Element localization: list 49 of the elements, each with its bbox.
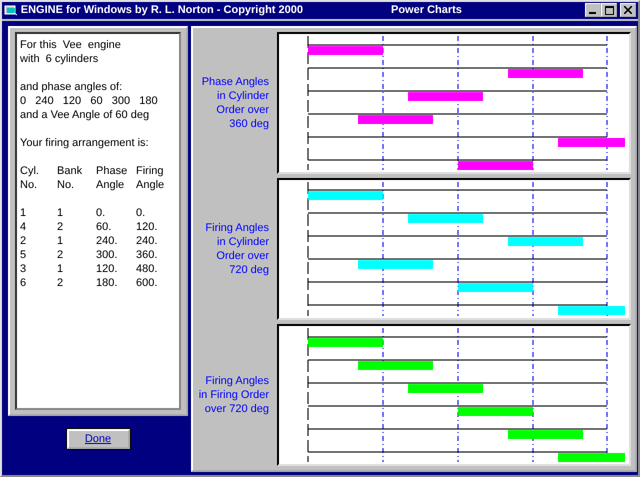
- text-line: For this Vee engine: [20, 38, 122, 52]
- close-icon: [624, 6, 632, 14]
- table-cell-text: 1: [57, 262, 64, 276]
- text-line: 0 240 120 60 300 180: [20, 94, 159, 108]
- table-cell-text: 3: [20, 262, 28, 276]
- table-cell-text: 600.: [136, 276, 158, 290]
- column-header: No.: [57, 178, 76, 192]
- table-cell-text: 120.: [96, 262, 118, 276]
- table-cell-text: 5: [20, 248, 28, 262]
- text-line: Your firing arrangement is:: [20, 136, 150, 150]
- maximize-icon: [604, 6, 614, 15]
- text-line: with 6 cylinders: [20, 52, 100, 66]
- chart-label: Phase Angles in Cylinder Order over 360 deg: [200, 74, 270, 130]
- table-cell-text: 2: [57, 276, 64, 290]
- done-button[interactable]: Done: [66, 428, 130, 448]
- column-header: Angle: [96, 178, 126, 192]
- maximize-button[interactable]: [601, 3, 618, 18]
- table-cell-text: 180.: [96, 276, 118, 290]
- close-button[interactable]: [620, 3, 636, 18]
- column-header: No.: [20, 178, 38, 192]
- window-title: ENGINE for Windows by R. L. Norton - Copyright 2000: [20, 3, 303, 18]
- text-line: and phase angles of:: [20, 80, 124, 94]
- table-cell-text: 2: [57, 220, 64, 234]
- table-cell-text: 6: [20, 276, 28, 290]
- table-cell-text: 1: [57, 206, 64, 220]
- table-cell-text: 240.: [96, 234, 118, 248]
- table-cell-text: 0.: [136, 206, 146, 220]
- column-header: Phase: [96, 164, 128, 178]
- table-cell-text: 0.: [96, 206, 106, 220]
- table-cell-text: 2: [57, 248, 64, 262]
- table-cell-text: 1: [57, 234, 64, 248]
- column-header: Bank: [57, 164, 84, 178]
- table-cell-text: 300.: [96, 248, 118, 262]
- text-line: and a Vee Angle of 60 deg: [20, 108, 150, 122]
- table-cell-text: 1: [20, 206, 28, 220]
- column-header: Angle: [136, 178, 166, 192]
- window-subtitle: Power Charts: [391, 3, 462, 18]
- column-header: Cyl.: [20, 164, 40, 178]
- column-header: Firing: [136, 164, 165, 178]
- table-cell-text: 120.: [136, 220, 158, 234]
- minimize-button[interactable]: [585, 3, 602, 18]
- table-cell-text: 360.: [136, 248, 158, 262]
- table-cell-text: 4: [20, 220, 28, 234]
- chart-label: Firing Angles in Firing Order over 720 deg: [198, 374, 270, 416]
- table-cell-text: 480.: [136, 262, 158, 276]
- table-cell-text: 2: [20, 234, 28, 248]
- table-cell-text: 240.: [136, 234, 158, 248]
- chart-label: Firing Angles in Cylinder Order over 720 deg: [204, 220, 270, 276]
- table-cell-text: 60.: [96, 220, 112, 234]
